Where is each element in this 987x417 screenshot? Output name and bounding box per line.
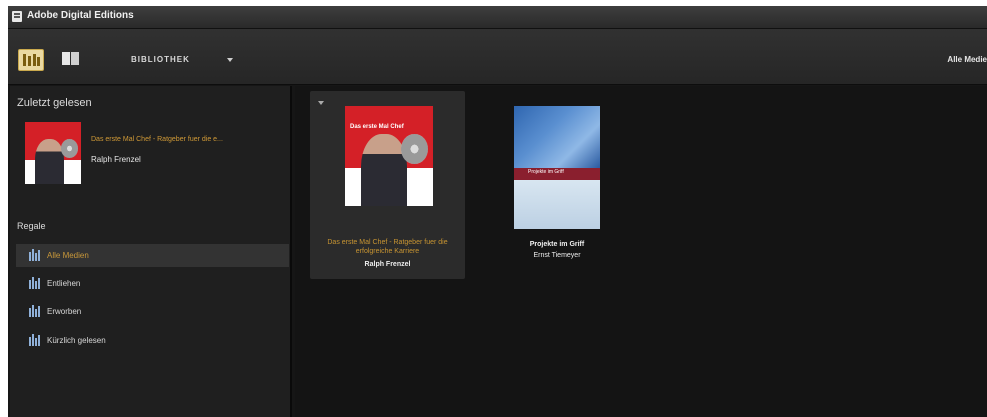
- library-dropdown-label[interactable]: BIBLIOTHEK: [131, 55, 190, 64]
- shelf-item-label: Entliehen: [47, 279, 81, 288]
- book-tile-selected[interactable]: Das erste Mal Chef Das erste Mal Chef - …: [310, 91, 465, 279]
- library-grid: Das erste Mal Chef Das erste Mal Chef - …: [295, 86, 987, 417]
- shelf-item-kuerzlich-gelesen[interactable]: Kürzlich gelesen: [16, 329, 289, 352]
- book-cover-text: Das erste Mal Chef: [350, 124, 404, 130]
- toolbar: BIBLIOTHEK Alle Medie: [8, 29, 987, 85]
- recent-book-cover[interactable]: [25, 122, 81, 184]
- reading-view-button[interactable]: [60, 49, 84, 69]
- book-title: Das erste Mal Chef - Ratgeber fuer die e…: [327, 239, 448, 255]
- shelf-item-erworben[interactable]: Erworben: [16, 300, 289, 323]
- book-cover-text: Projekte im Griff: [528, 168, 564, 175]
- recent-section-title: Zuletzt gelesen: [17, 97, 92, 109]
- shelves-section-title: Regale: [17, 221, 46, 231]
- app-title: Adobe Digital Editions: [27, 10, 134, 21]
- shelf-item-alle-medien[interactable]: Alle Medien: [16, 244, 289, 267]
- book-cover[interactable]: Projekte im Griff: [514, 106, 600, 229]
- shelf-item-label: Kürzlich gelesen: [47, 336, 106, 345]
- app-logo-icon: [12, 11, 22, 22]
- shelf-icon: [29, 249, 41, 261]
- book-cover[interactable]: Das erste Mal Chef: [345, 106, 433, 206]
- shelf-icon: [29, 305, 41, 317]
- sidebar: Zuletzt gelesen Das erste Mal Chef - Rat…: [10, 86, 292, 417]
- app-window: Adobe Digital Editions BIBLIOTHEK Alle M…: [8, 6, 987, 417]
- shelf-item-entliehen[interactable]: Entliehen: [16, 272, 289, 295]
- book-title: Projekte im Griff: [529, 241, 585, 248]
- bookshelf-icon: [23, 54, 26, 66]
- shelf-item-label: Erworben: [47, 307, 82, 316]
- shelf-icon: [29, 277, 41, 289]
- book-menu-icon[interactable]: [318, 101, 324, 105]
- bookshelf-view-button[interactable]: [18, 49, 44, 71]
- book-author: Ernst Tiemeyer: [533, 252, 581, 259]
- recent-book-title[interactable]: Das erste Mal Chef - Ratgeber fuer die e…: [91, 136, 223, 143]
- shelf-icon: [29, 334, 41, 346]
- title-bar: Adobe Digital Editions: [8, 6, 987, 29]
- reading-view-icon: [62, 52, 70, 65]
- book-author: Ralph Frenzel: [364, 261, 411, 268]
- shelf-item-label: Alle Medien: [47, 251, 89, 260]
- chevron-down-icon[interactable]: [227, 58, 233, 62]
- media-filter-label[interactable]: Alle Medie: [947, 55, 987, 64]
- recent-book-author: Ralph Frenzel: [91, 155, 141, 164]
